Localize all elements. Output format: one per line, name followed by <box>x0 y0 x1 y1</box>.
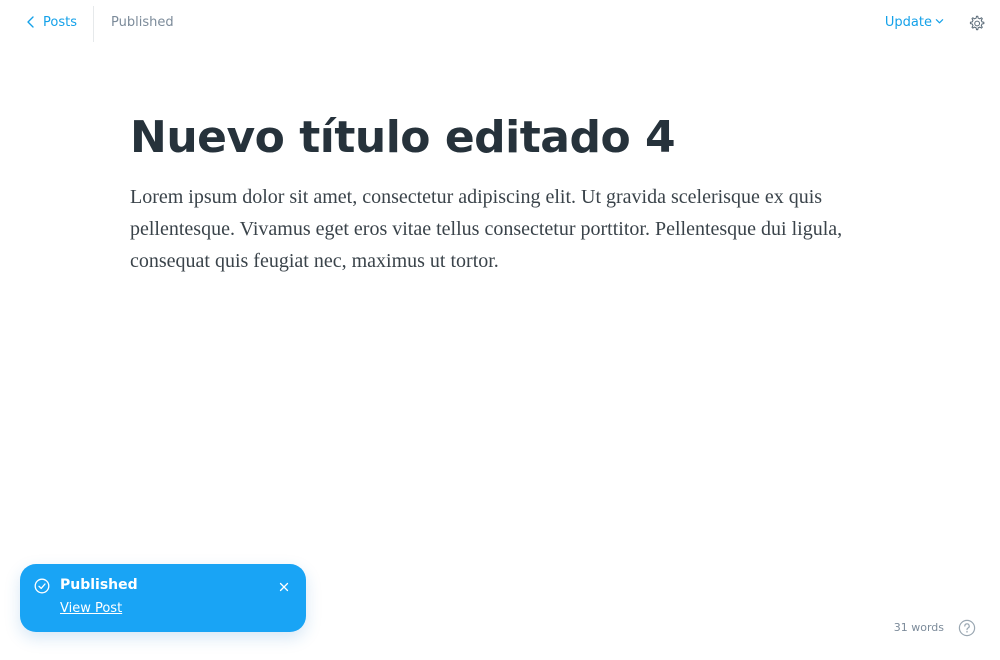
word-count: 31 words <box>893 621 944 634</box>
chevron-down-icon <box>935 15 944 30</box>
back-to-posts-link[interactable]: Posts <box>25 14 77 30</box>
post-status-label: Published <box>111 15 174 30</box>
settings-button[interactable] <box>967 14 986 33</box>
update-button[interactable]: Update <box>885 15 944 30</box>
published-toast: Published View Post <box>20 564 306 632</box>
header-divider <box>93 6 94 42</box>
view-post-link[interactable]: View Post <box>60 601 122 616</box>
post-body-text[interactable]: Lorem ipsum dolor sit amet, consectetur … <box>130 181 870 277</box>
chevron-left-icon <box>25 14 37 30</box>
gear-icon <box>967 15 986 36</box>
back-link-label: Posts <box>43 14 77 30</box>
close-icon[interactable] <box>276 579 292 595</box>
check-circle-icon <box>34 578 50 594</box>
help-button[interactable] <box>958 619 976 637</box>
editor-page: Posts Published Update Nuevo título edit… <box>0 0 1000 660</box>
update-button-label: Update <box>884 15 932 30</box>
toast-title: Published <box>60 577 138 593</box>
question-circle-icon <box>958 619 976 640</box>
editor-header: Posts Published Update <box>0 0 1000 46</box>
post-title[interactable]: Nuevo título editado 4 <box>130 107 890 169</box>
